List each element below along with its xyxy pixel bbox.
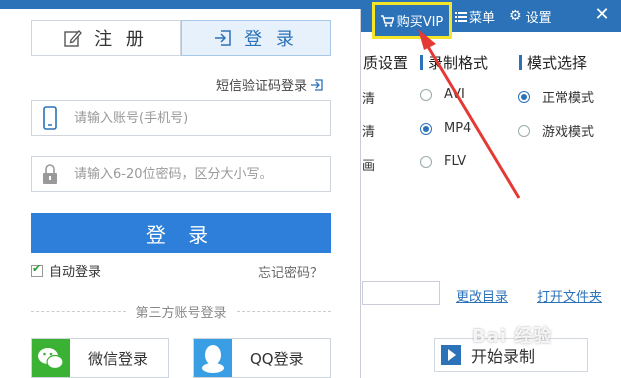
quality-option-partial[interactable]: 清 bbox=[362, 121, 375, 140]
play-icon bbox=[441, 345, 461, 365]
save-path-input[interactable] bbox=[362, 281, 440, 305]
password-field[interactable] bbox=[31, 156, 331, 192]
format-radio-avi[interactable]: AVI bbox=[420, 87, 465, 102]
cart-icon bbox=[380, 14, 394, 27]
checkbox-checked[interactable] bbox=[31, 262, 43, 277]
wechat-login-label: 微信登录 bbox=[88, 349, 149, 368]
radio-label: 游戏模式 bbox=[542, 125, 595, 140]
menu-label: 菜单 bbox=[469, 10, 496, 26]
quality-option-partial[interactable]: 清 bbox=[362, 88, 375, 107]
mode-header: 模式选择 bbox=[518, 54, 588, 72]
format-radio-mp4[interactable]: MP4 bbox=[420, 121, 471, 136]
settings-button[interactable]: ⚙ 设置 bbox=[509, 0, 552, 32]
format-radio-flv[interactable]: FLV bbox=[420, 154, 466, 169]
third-party-divider: 第三方账号登录 bbox=[31, 303, 332, 321]
qq-login-label: QQ登录 bbox=[250, 349, 304, 368]
radio-label: FLV bbox=[444, 154, 467, 169]
mode-radio-normal[interactable]: 正常模式 bbox=[518, 87, 594, 106]
menu-icon bbox=[455, 11, 467, 22]
qq-login-button[interactable]: QQ登录 bbox=[193, 338, 331, 378]
sign-in-arrow-icon bbox=[311, 78, 323, 91]
mode-radio-game[interactable]: 游戏模式 bbox=[518, 121, 594, 140]
menu-button[interactable]: 菜单 bbox=[455, 0, 495, 32]
qq-icon bbox=[194, 339, 232, 377]
panel-header-strip bbox=[0, 0, 361, 9]
radio-circle bbox=[420, 155, 432, 168]
radio-circle bbox=[518, 90, 530, 103]
open-folder-link[interactable]: 打开文件夹 bbox=[537, 286, 602, 305]
close-icon: ✕ bbox=[594, 4, 610, 25]
watermark: Bai 经验 bbox=[472, 326, 553, 347]
edit-icon bbox=[64, 30, 83, 47]
radio-label: MP4 bbox=[444, 121, 472, 136]
quality-header: 质设置 bbox=[354, 54, 409, 72]
sms-login-link[interactable]: 短信验证码登录 bbox=[216, 75, 323, 94]
radio-circle bbox=[420, 122, 432, 135]
login-button[interactable]: 登 录 bbox=[31, 213, 331, 253]
tab-login[interactable]: 登 录 bbox=[181, 20, 331, 56]
account-input[interactable] bbox=[72, 109, 330, 127]
auto-login-label: 自动登录 bbox=[49, 265, 102, 280]
tab-register[interactable]: 注 册 bbox=[31, 20, 181, 56]
format-header: 录制格式 bbox=[419, 54, 489, 72]
phone-icon bbox=[43, 106, 57, 130]
change-dir-link[interactable]: 更改目录 bbox=[456, 286, 508, 305]
radio-circle bbox=[518, 124, 530, 137]
third-party-label: 第三方账号登录 bbox=[135, 305, 227, 321]
buy-vip-button[interactable]: 购买VIP bbox=[372, 2, 452, 39]
sign-in-icon bbox=[215, 30, 231, 46]
sms-login-label: 短信验证码登录 bbox=[216, 79, 308, 94]
password-input[interactable] bbox=[72, 165, 330, 183]
divider-line bbox=[31, 310, 126, 312]
tab-register-label: 注 册 bbox=[94, 29, 148, 50]
gear-icon: ⚙ bbox=[509, 8, 522, 24]
wechat-icon bbox=[32, 339, 70, 377]
account-field[interactable] bbox=[31, 100, 331, 136]
close-button[interactable]: ✕ bbox=[593, 5, 611, 25]
buy-vip-label: 购买VIP bbox=[396, 15, 444, 30]
radio-circle bbox=[420, 88, 432, 101]
quality-option-partial[interactable]: 画 bbox=[362, 155, 375, 174]
forgot-password-link[interactable]: 忘记密码？ bbox=[258, 262, 323, 281]
radio-label: AVI bbox=[444, 87, 465, 102]
lock-icon bbox=[43, 164, 57, 184]
wechat-login-button[interactable]: 微信登录 bbox=[31, 338, 169, 378]
login-panel: 注 册 登 录 短信验证码登录 登 录 自动登录 忘记密码 bbox=[0, 0, 361, 378]
divider-line bbox=[236, 310, 332, 312]
tab-login-label: 登 录 bbox=[244, 29, 298, 50]
radio-label: 正常模式 bbox=[542, 91, 595, 106]
auto-login-checkbox[interactable]: 自动登录 bbox=[31, 261, 101, 280]
settings-label: 设置 bbox=[525, 10, 552, 26]
